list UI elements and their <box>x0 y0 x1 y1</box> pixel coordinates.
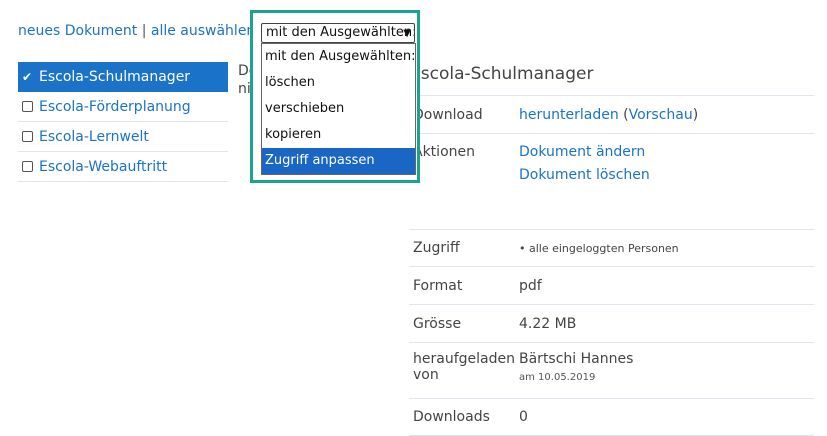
access-value: • alle eingeloggten Personen <box>519 241 679 255</box>
download-value: herunterladen (Vorschau) <box>519 106 699 123</box>
size-label: Grösse <box>413 315 462 332</box>
file-item-webauftritt[interactable]: Escola-Webauftritt <box>18 152 228 182</box>
file-list: ✔ Escola-Schulmanager Escola-Förderplanu… <box>18 62 228 182</box>
link-separator: | <box>141 23 147 39</box>
new-document-link[interactable]: neues Dokument <box>18 23 137 39</box>
bulk-action-select[interactable]: mit den Ausgewählten: ▼ <box>261 23 415 43</box>
uploaded-by: Bärtschi Hannes <box>519 351 634 367</box>
file-name[interactable]: Escola-Webauftritt <box>39 159 167 175</box>
option-move[interactable]: verschieben <box>262 96 415 122</box>
uploaded-label: heraufgeladen von <box>413 351 515 383</box>
row-size: Grösse 4.22 MB <box>409 304 814 342</box>
size-value: 4.22 MB <box>519 315 577 332</box>
file-name[interactable]: Escola-Förderplanung <box>39 99 191 115</box>
chevron-down-icon[interactable]: ▼ <box>403 25 411 42</box>
detail-table: Download herunterladen (Vorschau) Aktion… <box>409 95 814 436</box>
uploaded-date: am 10.05.2019 <box>519 372 596 383</box>
checkmark-icon[interactable]: ✔ <box>22 70 34 84</box>
select-all-link[interactable]: alle auswählen <box>151 23 255 39</box>
option-adjust-access[interactable]: Zugriff anpassen <box>262 148 415 174</box>
row-download: Download herunterladen (Vorschau) <box>409 95 814 133</box>
delete-document-link[interactable]: Dokument löschen <box>519 167 814 183</box>
detail-title: Escola-Schulmanager <box>410 64 594 84</box>
row-actions: Aktionen Dokument ändern Dokument lösche… <box>409 133 814 229</box>
top-links: neues Dokument | alle auswählen <box>18 22 255 40</box>
checkbox[interactable] <box>22 161 33 172</box>
file-item-foerderplanung[interactable]: Escola-Förderplanung <box>18 92 228 122</box>
checkbox[interactable] <box>22 101 33 112</box>
row-format: Format pdf <box>409 266 814 304</box>
downloads-label: Downloads <box>413 409 490 425</box>
row-uploaded: heraufgeladen von Bärtschi Hannes am 10.… <box>409 342 814 398</box>
checkbox[interactable] <box>22 131 33 142</box>
file-name[interactable]: Escola-Lernwelt <box>39 129 149 145</box>
preview-link[interactable]: Vorschau <box>629 107 693 123</box>
uploaded-value: Bärtschi Hannes am 10.05.2019 <box>519 351 814 398</box>
row-access: Zugriff • alle eingeloggten Personen <box>409 229 814 266</box>
file-item-schulmanager[interactable]: ✔ Escola-Schulmanager <box>18 62 228 92</box>
edit-document-link[interactable]: Dokument ändern <box>519 144 814 160</box>
row-downloads: Downloads 0 <box>409 398 814 436</box>
file-name[interactable]: Escola-Schulmanager <box>39 69 190 85</box>
dropdown-options: mit den Ausgewählten: löschen verschiebe… <box>261 43 416 175</box>
option-with-selected[interactable]: mit den Ausgewählten: <box>262 44 415 70</box>
download-label: Download <box>413 106 483 123</box>
actions-label: Aktionen <box>413 144 475 160</box>
option-delete[interactable]: löschen <box>262 70 415 96</box>
actions-value: Dokument ändern Dokument löschen <box>519 144 814 229</box>
access-label: Zugriff <box>413 240 460 256</box>
download-link[interactable]: herunterladen <box>519 107 619 123</box>
format-label: Format <box>413 277 463 294</box>
downloads-value: 0 <box>519 409 528 425</box>
bulk-action-dropdown-highlight: mit den Ausgewählten: ▼ mit den Ausgewäh… <box>250 10 420 183</box>
select-value: mit den Ausgewählten: <box>266 25 415 40</box>
option-copy[interactable]: kopieren <box>262 122 415 148</box>
file-item-lernwelt[interactable]: Escola-Lernwelt <box>18 122 228 152</box>
format-value: pdf <box>519 277 542 294</box>
